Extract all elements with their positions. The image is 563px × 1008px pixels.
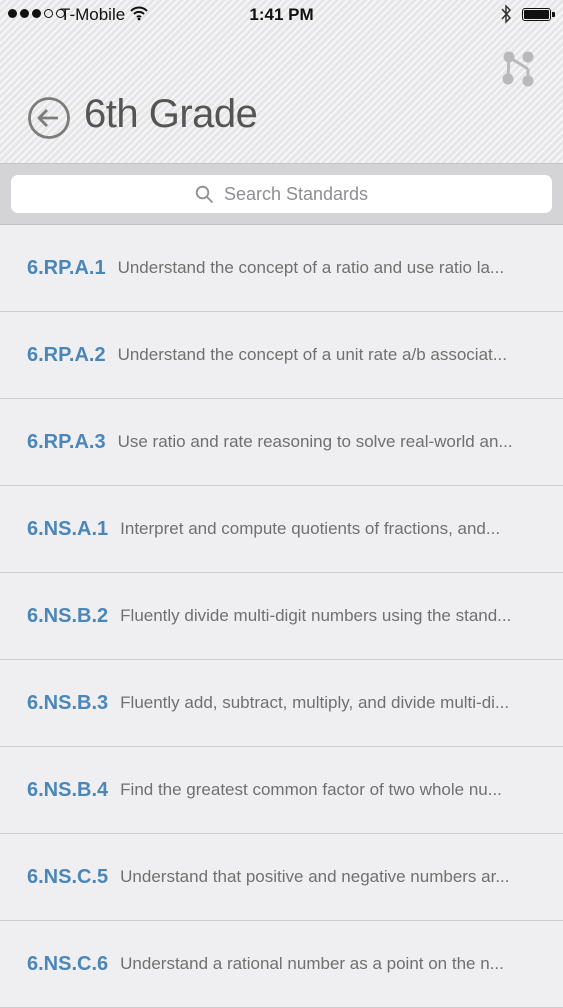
standard-code: 6.RP.A.2: [27, 343, 106, 366]
standard-description: Find the greatest common factor of two w…: [120, 780, 502, 799]
battery-tip: [552, 12, 555, 17]
standard-row[interactable]: 6.RP.A.2 Understand the concept of a unit…: [0, 312, 563, 399]
status-bar: T-Mobile 1:41 PM: [0, 0, 563, 30]
share-button[interactable]: [498, 48, 538, 88]
bluetooth-icon: [500, 4, 512, 29]
back-button[interactable]: [27, 96, 71, 140]
standard-description: Understand the concept of a unit rate a/…: [117, 345, 507, 364]
share-icon: [502, 51, 534, 87]
standard-code: 6.NS.B.4: [27, 778, 109, 801]
battery-level-fill: [524, 10, 549, 19]
standard-code: 6.RP.A.3: [27, 430, 106, 453]
standard-description: Understand a rational number as a point …: [120, 954, 504, 973]
status-time: 1:41 PM: [249, 5, 314, 24]
standard-description: Interpret and compute quotients of fract…: [120, 519, 501, 538]
standard-description: Fluently divide multi-digit numbers usin…: [120, 606, 512, 625]
search-placeholder: Search Standards: [223, 183, 369, 204]
standard-row[interactable]: 6.NS.A.1 Interpret and compute quotients …: [0, 486, 563, 573]
standard-row[interactable]: 6.NS.B.3 Fluently add, subtract, multiply…: [0, 660, 563, 747]
search-input[interactable]: Search Standards: [11, 175, 552, 213]
standard-description: Understand that positive and negative nu…: [120, 867, 510, 886]
search-bar: Search Standards: [0, 163, 563, 225]
back-arrow-circle-icon: [28, 97, 70, 139]
standard-description: Use ratio and rate reasoning to solve re…: [117, 432, 513, 451]
page-title: 6th Grade: [84, 92, 258, 136]
standard-row[interactable]: 6.RP.A.1 Understand the concept of a rati…: [0, 225, 563, 312]
standard-description: Fluently add, subtract, multiply, and di…: [120, 693, 510, 712]
standard-row[interactable]: 6.NS.C.5 Understand that positive and neg…: [0, 834, 563, 921]
standard-row[interactable]: 6.NS.B.2 Fluently divide multi-digit numb…: [0, 573, 563, 660]
standard-code: 6.NS.A.1: [27, 517, 109, 540]
standard-description: Understand the concept of a ratio and us…: [117, 258, 505, 277]
standard-code: 6.NS.B.2: [27, 604, 109, 627]
standard-code: 6.NS.C.6: [27, 952, 109, 975]
search-icon: [195, 185, 214, 203]
battery-icon: [522, 8, 551, 21]
header: T-Mobile 1:41 PM 6th Grade: [0, 0, 563, 163]
standard-code: 6.NS.C.5: [27, 865, 109, 888]
standards-list: 6.RP.A.1 Understand the concept of a rati…: [0, 225, 563, 1008]
standard-code: 6.NS.B.3: [27, 691, 109, 714]
standard-row[interactable]: 6.NS.C.6 Understand a rational number as …: [0, 921, 563, 1008]
standard-code: 6.RP.A.1: [27, 256, 106, 279]
standard-row[interactable]: 6.RP.A.3 Use ratio and rate reasoning to …: [0, 399, 563, 486]
standard-row[interactable]: 6.NS.B.4 Find the greatest common factor …: [0, 747, 563, 834]
